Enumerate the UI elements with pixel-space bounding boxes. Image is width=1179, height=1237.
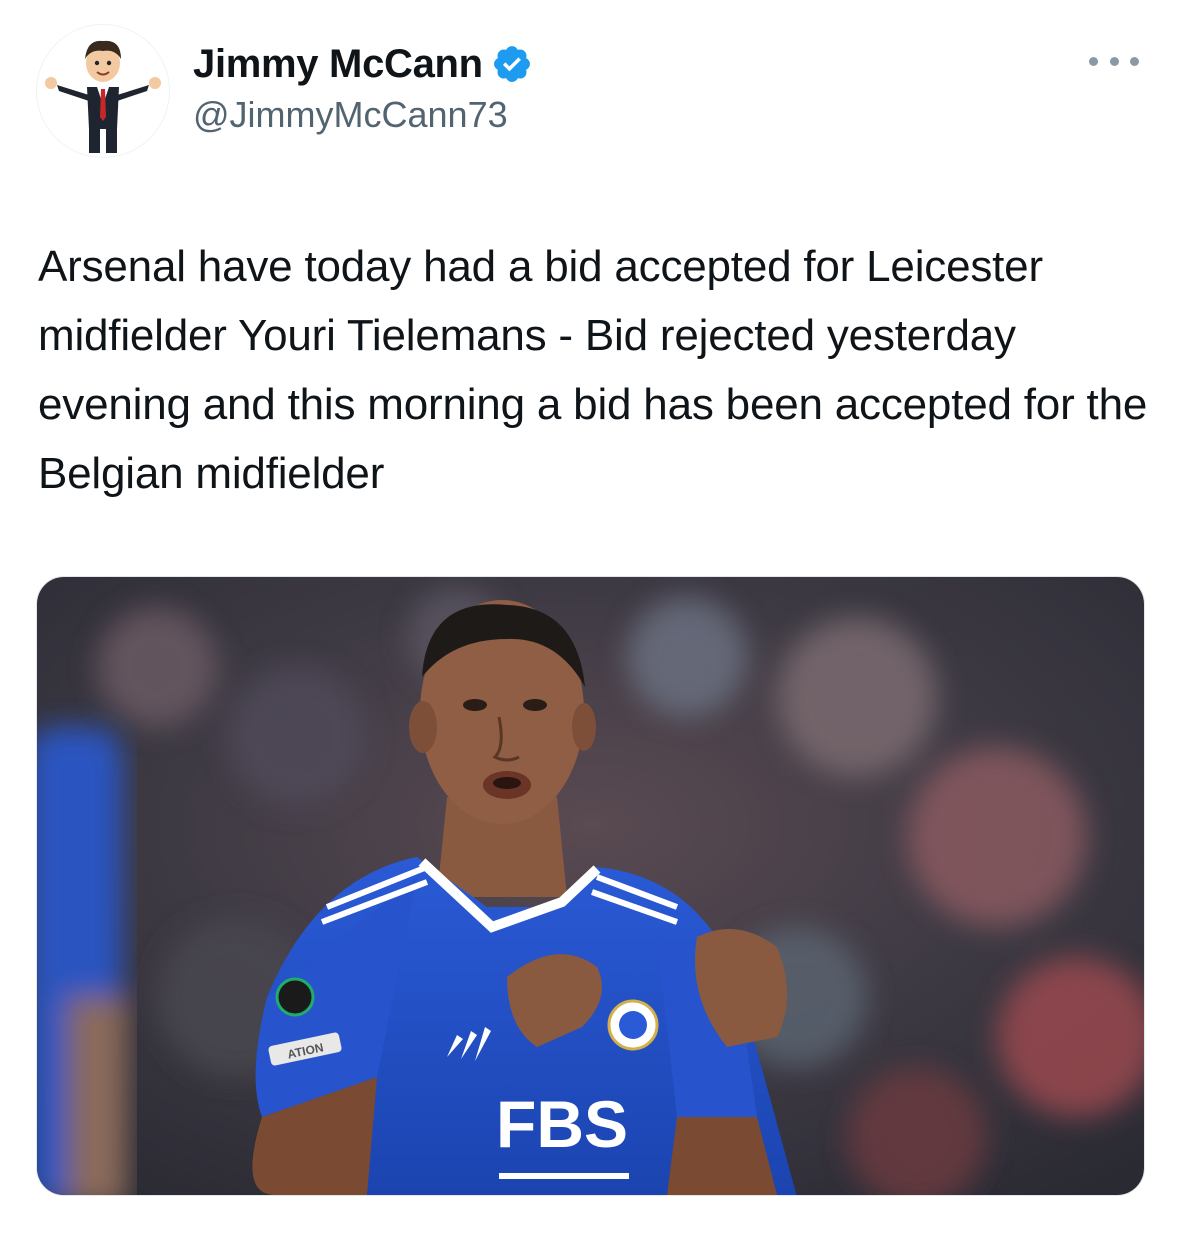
author-handle[interactable]: @JimmyMcCann73: [193, 94, 508, 136]
verified-badge-icon: [491, 43, 533, 85]
more-dot: [1089, 56, 1098, 66]
more-dot: [1130, 56, 1139, 66]
display-name[interactable]: Jimmy McCann: [193, 42, 483, 87]
more-options-icon[interactable]: [1089, 46, 1139, 76]
jersey-sponsor-text: FBS: [496, 1087, 628, 1161]
player-photo: ATION FBS: [37, 577, 1144, 1195]
tweet-text: Arsenal have today had a bid accepted fo…: [38, 242, 1148, 498]
cartoon-businessman-avatar-icon: [45, 40, 161, 153]
more-dot: [1109, 56, 1119, 66]
avatar[interactable]: [36, 24, 170, 158]
tweet-media-photo[interactable]: ATION FBS: [36, 576, 1145, 1196]
author-name-row: Jimmy McCann: [193, 36, 533, 92]
